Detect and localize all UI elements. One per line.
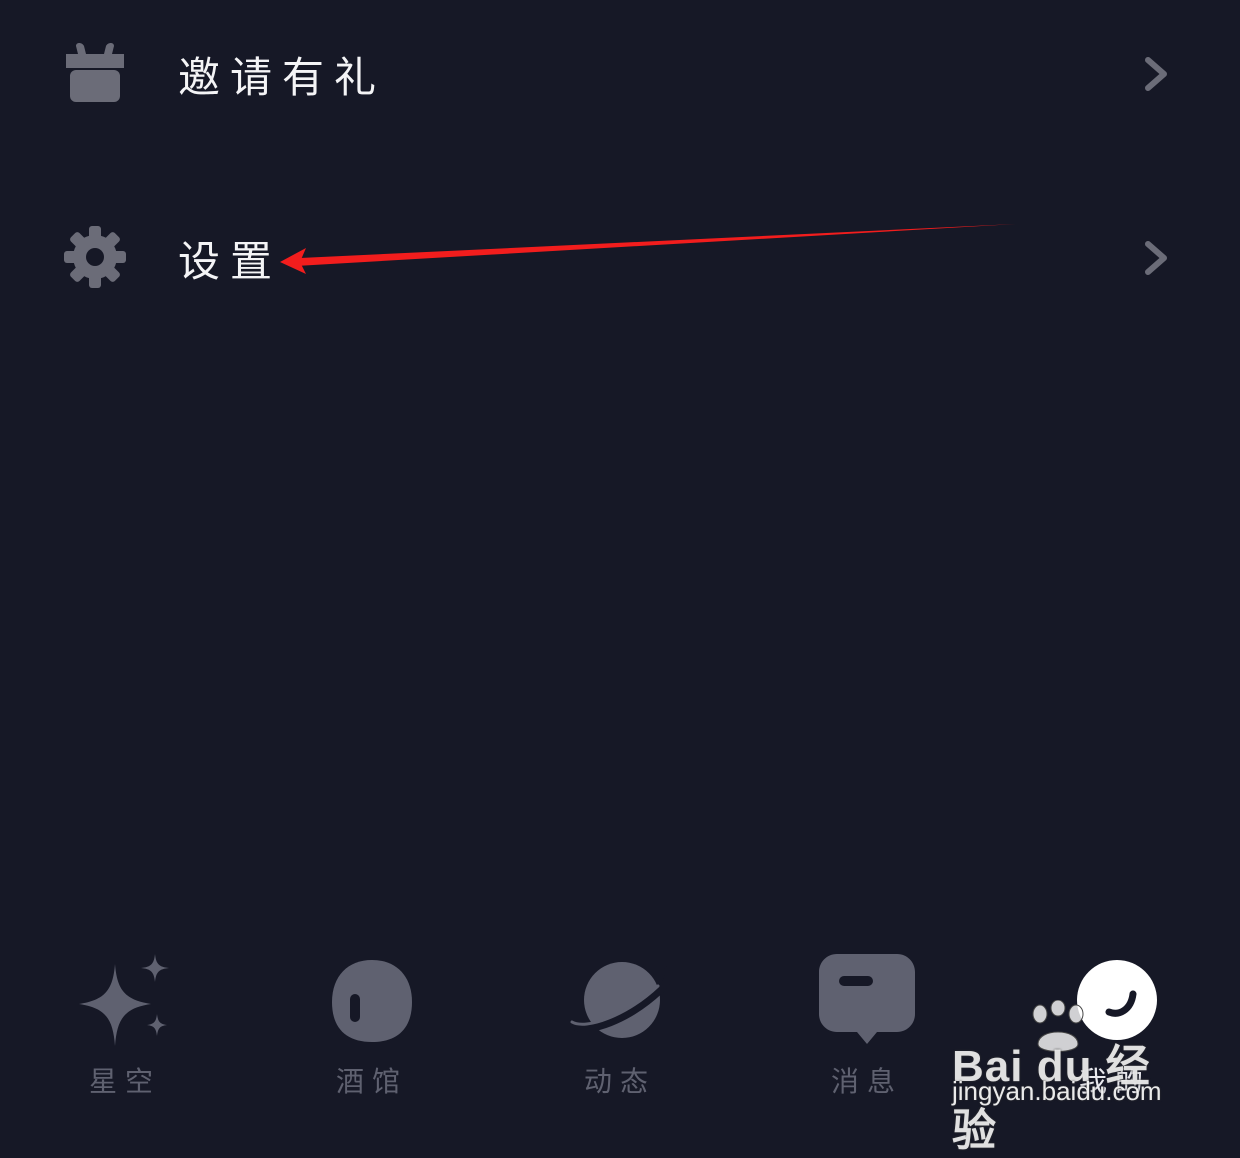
tab-stars[interactable]: 星空 <box>35 940 215 1110</box>
chevron-right-icon <box>1145 57 1167 91</box>
sparkle-icon <box>79 954 169 1046</box>
tab-label: 动态 <box>583 1065 656 1098</box>
menu-item-settings[interactable]: 设置 <box>0 206 1240 316</box>
gift-icon <box>66 43 124 102</box>
bottom-tab-bar: 星空 酒馆 动态 消息 我的 <box>0 940 1240 1134</box>
tab-label: 酒馆 <box>335 1065 408 1098</box>
message-bubble-icon <box>819 954 915 1044</box>
profile-icon <box>1077 960 1157 1040</box>
menu-item-invite[interactable]: 邀请有礼 <box>0 22 1240 132</box>
tavern-icon <box>332 960 412 1042</box>
menu-item-label: 邀请有礼 <box>178 53 387 102</box>
tab-moments[interactable]: 动态 <box>530 940 710 1110</box>
chevron-right-icon <box>1145 241 1167 275</box>
tab-messages[interactable]: 消息 <box>777 940 957 1110</box>
planet-icon <box>570 962 670 1038</box>
tab-tavern[interactable]: 酒馆 <box>282 940 462 1110</box>
tab-label: 星空 <box>88 1065 161 1098</box>
gear-icon <box>64 226 126 288</box>
tab-label: 消息 <box>830 1065 903 1098</box>
tab-label: 我的 <box>1078 1065 1151 1098</box>
tab-mine[interactable]: 我的 <box>1025 940 1205 1110</box>
menu-item-label: 设置 <box>178 237 283 286</box>
